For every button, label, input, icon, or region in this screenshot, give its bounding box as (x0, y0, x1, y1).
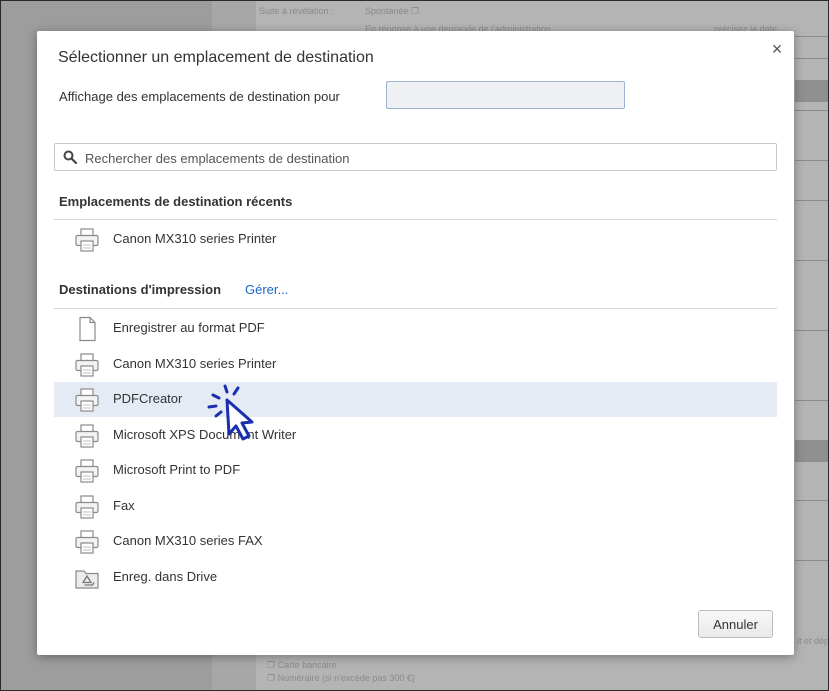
destination-label: Enregistrer au format PDF (113, 320, 265, 335)
print-header: Destinations d'impression (59, 282, 222, 297)
doc-line (795, 330, 829, 331)
doc-line (795, 200, 829, 201)
destination-item[interactable]: Microsoft Print to PDF (54, 453, 777, 488)
printer-icon (74, 352, 100, 378)
doc-line (795, 36, 829, 37)
dialog-title: Sélectionner un emplacement de destinati… (58, 49, 374, 66)
doc-band (795, 440, 829, 462)
destination-item[interactable]: Canon MX310 series FAX (54, 524, 777, 559)
destination-label: Enreg. dans Drive (113, 568, 218, 584)
doc-line (795, 160, 829, 161)
printer-icon (74, 529, 100, 555)
destination-item[interactable]: Canon MX310 series Printer (54, 347, 777, 382)
divider (54, 308, 777, 309)
printer-icon (74, 494, 100, 520)
printer-icon (74, 458, 100, 484)
destination-label: Canon MX310 series Printer (113, 355, 277, 371)
destination-item[interactable]: Enregistrer au format PDF (54, 311, 777, 346)
destination-item[interactable]: Microsoft XPS Document Writer (54, 418, 777, 453)
doc-line (795, 400, 829, 401)
destination-label: Canon MX310 series FAX (113, 533, 263, 548)
search-icon (63, 150, 77, 164)
drive-icon (74, 565, 100, 591)
destination-label: Canon MX310 series Printer (113, 231, 277, 246)
destination-label: Fax (113, 497, 135, 513)
doc-line (795, 110, 829, 111)
destination-item[interactable]: Enreg. dans Drive (54, 560, 777, 595)
doc-text: it et dép (797, 636, 829, 646)
printer-icon (74, 387, 100, 413)
destination-label: Microsoft Print to PDF (113, 462, 241, 477)
destination-dialog: Sélectionner un emplacement de destinati… (37, 31, 794, 655)
cancel-button[interactable]: Annuler (698, 610, 773, 638)
doc-line (795, 560, 829, 561)
destination-label: PDFCreator (113, 391, 183, 406)
doc-band (795, 80, 829, 102)
destination-item[interactable]: Fax (54, 489, 777, 524)
doc-line (795, 500, 829, 501)
click-cursor-icon (207, 384, 254, 441)
close-icon[interactable]: × (769, 40, 785, 58)
document-icon (74, 316, 100, 342)
printer-icon (74, 227, 100, 253)
divider (54, 219, 777, 220)
doc-text: ❐ Carte bancaire (267, 660, 337, 670)
destination-item[interactable]: PDFCreator (54, 382, 777, 417)
account-select[interactable] (386, 81, 625, 109)
doc-text: Spontanée ❐ (365, 6, 420, 16)
doc-text: Suite à révélation : (259, 6, 334, 16)
destination-item[interactable]: Canon MX310 series Printer (54, 222, 777, 257)
doc-line (795, 58, 829, 59)
printer-icon (74, 423, 100, 449)
recent-header: Emplacements de destination récents (59, 194, 293, 209)
doc-line (795, 260, 829, 261)
search-box[interactable] (54, 143, 777, 171)
search-input[interactable] (85, 148, 765, 168)
account-label: Affichage des emplacements de destinatio… (59, 89, 340, 104)
manage-link[interactable]: Gérer... (245, 282, 288, 297)
doc-text: ❐ Numéraire (si n'excède pas 300 €) (267, 673, 415, 683)
